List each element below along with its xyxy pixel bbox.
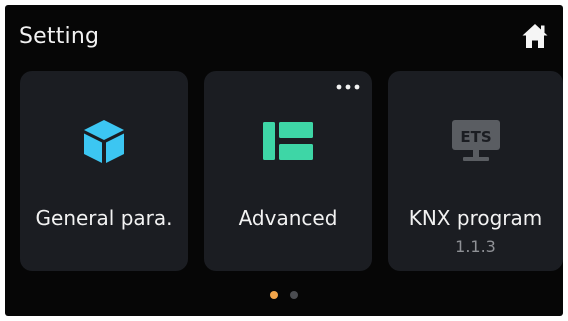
knx-program-card[interactable]: ETS KNX program 1.1.3 — [388, 71, 563, 271]
page-dot-1[interactable] — [270, 291, 278, 299]
knx-program-version: 1.1.3 — [455, 237, 496, 256]
general-para-card[interactable]: General para. — [20, 71, 188, 271]
general-para-label: General para. — [35, 206, 173, 230]
layout-icon — [263, 122, 313, 160]
ets-icon-text: ETS — [460, 128, 491, 146]
home-button[interactable] — [521, 22, 549, 50]
advanced-label: Advanced — [238, 206, 338, 230]
ets-monitor-icon: ETS — [451, 120, 500, 161]
cube-icon — [84, 120, 124, 163]
settings-screen: Setting General para. Advanced ETS KNX p… — [5, 5, 563, 316]
page-indicator — [5, 291, 563, 299]
knx-program-label: KNX program — [408, 206, 543, 230]
home-icon — [522, 24, 548, 48]
advanced-card[interactable]: Advanced — [204, 71, 372, 271]
page-dot-2[interactable] — [290, 291, 298, 299]
more-dots-icon[interactable] — [336, 81, 360, 93]
page-title: Setting — [19, 24, 100, 49]
